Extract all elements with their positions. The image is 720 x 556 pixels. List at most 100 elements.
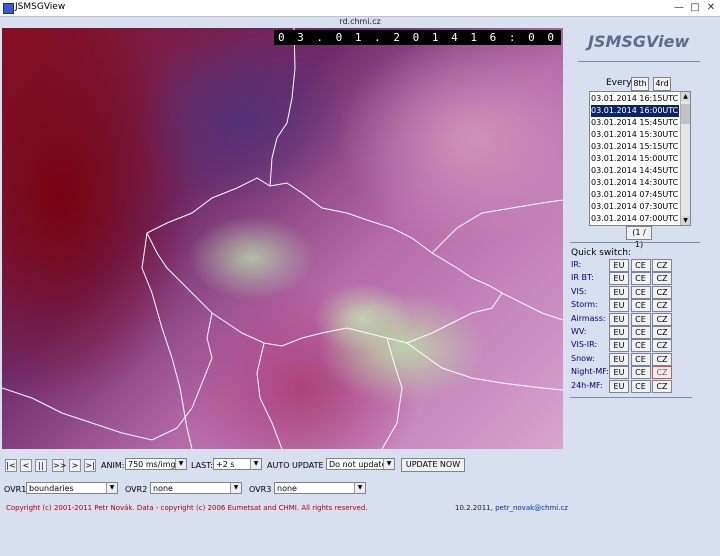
credit-text: 10.2.2011, petr_novak@chmi.cz — [455, 504, 568, 512]
quick-switch-button-cz[interactable]: CZ — [652, 272, 672, 286]
author-email-link[interactable]: petr_novak@chmi.cz — [495, 504, 568, 512]
chevron-down-icon: ▼ — [175, 459, 186, 469]
boundaries-overlay — [2, 28, 563, 449]
ovr3-select[interactable]: none ▼ — [274, 482, 366, 494]
quick-switch-button-ce[interactable]: CE — [630, 326, 651, 339]
scroll-down-icon[interactable]: ▼ — [681, 216, 690, 225]
quick-switch-button-ce[interactable]: CE — [630, 299, 651, 313]
quick-switch-label: Storm: — [571, 300, 598, 310]
quick-switch-button-cz[interactable]: CZ — [652, 285, 672, 299]
title-bar: JSMSGView — □ ✕ — [0, 0, 720, 17]
auto-update-select[interactable]: Do not update ▼ — [326, 458, 395, 470]
quick-switch-label: 24h-MF: — [571, 380, 603, 390]
list-item[interactable]: 03.01.2014 15:00UTC — [591, 153, 678, 165]
list-scrollbar[interactable]: ▲ ▼ — [680, 92, 690, 225]
close-icon[interactable]: ✕ — [704, 1, 718, 14]
last-label: LAST: — [191, 461, 213, 470]
window-title: JSMSGView — [15, 2, 66, 12]
url-label: rd.chmi.cz — [339, 17, 381, 26]
quick-switch-button-ce[interactable]: CE — [630, 312, 651, 326]
update-now-button[interactable]: UPDATE NOW — [401, 458, 465, 472]
minimize-icon[interactable]: — — [672, 1, 686, 14]
czech-border — [146, 177, 503, 347]
last-select[interactable]: +2 s ▼ — [213, 458, 262, 470]
quick-switch-label: IR: — [571, 260, 582, 269]
app-logo: JSMSGView — [588, 32, 690, 51]
anim-select[interactable]: 750 ms/img ▼ — [125, 458, 187, 470]
quick-switch-button-ce[interactable]: CE — [630, 285, 651, 299]
list-item[interactable]: 03.01.2014 14:45UTC — [591, 165, 678, 177]
quick-switch-button-ce[interactable]: CE — [630, 339, 651, 353]
scroll-up-icon[interactable]: ▲ — [681, 92, 690, 101]
quick-switch-button-ce[interactable]: CE — [630, 352, 651, 366]
quick-switch-button-ce[interactable]: CE — [630, 259, 651, 272]
ovr3-value: none — [277, 484, 297, 493]
divider — [570, 242, 700, 243]
chevron-down-icon: ▼ — [250, 459, 261, 469]
quick-switch-label: Night-MF: — [571, 367, 609, 377]
quick-switch-button-cz[interactable]: CZ — [652, 379, 672, 393]
copyright-text: Copyright (c) 2001-2011 Petr Novák. Data… — [6, 504, 368, 512]
logo-divider — [578, 61, 700, 62]
list-item[interactable]: 03.01.2014 07:00UTC — [591, 213, 678, 225]
quick-switch-button-ce[interactable]: CE — [630, 366, 651, 380]
list-item[interactable]: 03.01.2014 14:30UTC — [591, 177, 678, 189]
quick-switch-button-eu[interactable]: EU — [609, 272, 629, 286]
chevron-down-icon: ▼ — [383, 459, 394, 469]
ovr2-label: OVR2 — [125, 485, 148, 494]
every-4th-button[interactable]: 4rd — [653, 77, 671, 91]
first-frame-button[interactable]: |< — [5, 459, 17, 472]
quick-switch-button-eu[interactable]: EU — [609, 299, 629, 313]
quick-switch-button-cz[interactable]: CZ — [652, 366, 672, 380]
list-item-selected[interactable]: 03.01.2014 16:00UTC — [591, 105, 679, 117]
last-frame-button[interactable]: >| — [84, 459, 96, 472]
quick-switch-button-eu[interactable]: EU — [609, 379, 629, 393]
play-button[interactable]: >> — [52, 459, 66, 472]
prev-frame-button[interactable]: < — [20, 459, 32, 472]
last-value: +2 s — [216, 460, 235, 469]
every-label: Every — [606, 78, 632, 88]
list-item[interactable]: 03.01.2014 15:45UTC — [591, 117, 678, 129]
pause-button[interactable]: || — [35, 459, 47, 472]
ovr1-value: boundaries — [29, 484, 74, 493]
ovr1-select[interactable]: boundaries ▼ — [26, 482, 118, 494]
auto-update-value: Do not update — [329, 460, 387, 469]
quick-switch-button-cz[interactable]: CZ — [652, 259, 672, 272]
quick-switch-button-eu[interactable]: EU — [609, 259, 629, 272]
chevron-down-icon: ▼ — [230, 483, 241, 493]
timestamp-overlay: 0 3 . 0 1 . 2 0 1 4 1 6 : 0 0 — [273, 30, 561, 45]
pager-button[interactable]: (1 / 1) — [626, 226, 652, 249]
quick-switch-button-cz[interactable]: CZ — [652, 299, 672, 313]
next-frame-button[interactable]: > — [69, 459, 81, 472]
quick-switch-title: Quick switch: — [571, 248, 632, 258]
list-item[interactable]: 03.01.2014 15:15UTC — [591, 141, 678, 153]
quick-switch-button-cz[interactable]: CZ — [652, 339, 672, 353]
list-item[interactable]: 03.01.2014 07:45UTC — [591, 189, 678, 201]
anim-value: 750 ms/img — [128, 460, 176, 469]
list-item[interactable]: 03.01.2014 16:15UTC — [591, 93, 678, 105]
satellite-image[interactable]: 0 3 . 0 1 . 2 0 1 4 1 6 : 0 0 — [2, 28, 563, 449]
quick-switch-button-eu[interactable]: EU — [609, 352, 629, 366]
quick-switch-button-cz[interactable]: CZ — [652, 352, 672, 366]
quick-switch-button-cz[interactable]: CZ — [652, 326, 672, 339]
ovr1-label: OVR1 — [4, 485, 27, 494]
list-item[interactable]: 03.01.2014 07:30UTC — [591, 201, 678, 213]
quick-switch-button-ce[interactable]: CE — [630, 379, 651, 393]
quick-switch-button-eu[interactable]: EU — [609, 366, 629, 380]
quick-switch-button-ce[interactable]: CE — [630, 272, 651, 286]
list-item[interactable]: 03.01.2014 15:30UTC — [591, 129, 678, 141]
scroll-thumb[interactable] — [681, 104, 690, 124]
credit-date: 10.2.2011, — [455, 504, 493, 512]
quick-switch-button-eu[interactable]: EU — [609, 312, 629, 326]
every-8th-button[interactable]: 8th — [631, 77, 649, 91]
app-icon — [3, 3, 14, 14]
time-list[interactable]: 03.01.2014 16:15UTC 03.01.2014 16:00UTC … — [589, 91, 691, 226]
maximize-icon[interactable]: □ — [688, 1, 702, 14]
quick-switch-label: Airmass: — [571, 313, 606, 323]
quick-switch-button-eu[interactable]: EU — [609, 326, 629, 339]
quick-switch-button-cz[interactable]: CZ — [652, 312, 672, 326]
quick-switch-button-eu[interactable]: EU — [609, 285, 629, 299]
chevron-down-icon: ▼ — [106, 483, 117, 493]
ovr2-select[interactable]: none ▼ — [150, 482, 242, 494]
quick-switch-button-eu[interactable]: EU — [609, 339, 629, 353]
